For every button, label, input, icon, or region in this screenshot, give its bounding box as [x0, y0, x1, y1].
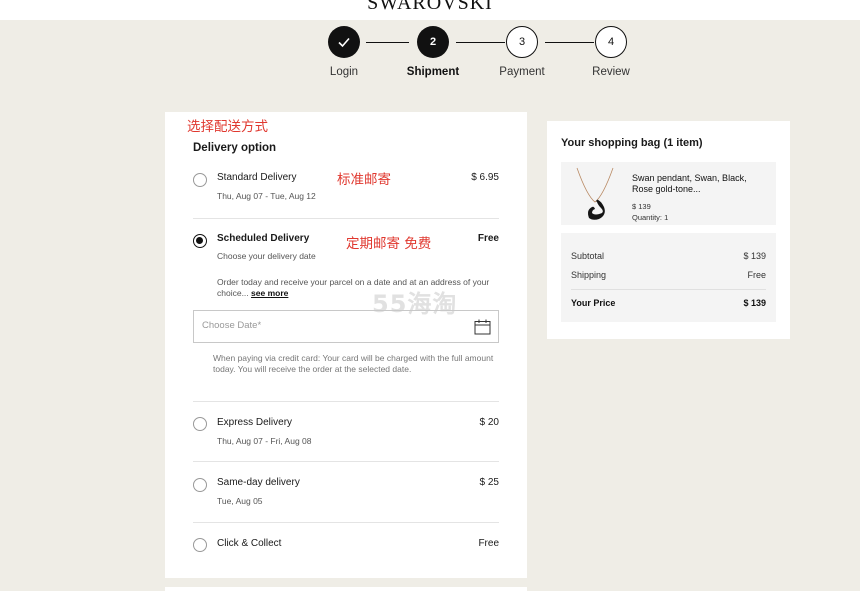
next-panel-edge [165, 587, 527, 591]
option-price: $ 6.95 [471, 172, 499, 183]
credit-card-note: When paying via credit card: Your card w… [213, 353, 494, 374]
product-name: Swan pendant, Swan, Black, Rose gold-ton… [632, 173, 747, 194]
annotation-standard-mail: 标准邮寄 [337, 172, 391, 188]
see-more-link[interactable]: see more [251, 288, 288, 298]
divider [193, 401, 499, 402]
option-price: Free [478, 538, 499, 549]
checkout-stepper: Login 2 Shipment 3 Payment 4 Review [0, 26, 860, 86]
product-price: $ 139 [632, 202, 651, 211]
radio-scheduled[interactable] [193, 234, 207, 248]
total-value: $ 139 [743, 298, 766, 308]
step-login[interactable]: Login [299, 26, 389, 78]
step-payment: 3 Payment [477, 26, 567, 78]
annotation-choose-method: 选择配送方式 [187, 119, 268, 135]
step-label: Payment [499, 66, 545, 78]
radio-click-collect[interactable] [193, 538, 207, 552]
step-label: Login [329, 66, 359, 78]
annotation-scheduled-free: 定期邮寄 免费 [346, 236, 432, 252]
bag-title: Your shopping bag (1 item) [561, 137, 703, 149]
option-name: Express Delivery [217, 417, 293, 428]
delivery-option-click-collect[interactable]: Click & Collect Free [165, 536, 527, 560]
product-quantity: Quantity: 1 [632, 213, 669, 222]
swan-pendant-image[interactable] [573, 166, 617, 222]
checkmark-icon [328, 26, 360, 58]
step-label: Review [592, 66, 630, 78]
step-number: 3 [506, 26, 538, 58]
shopping-bag-panel: Your shopping bag (1 item) Swan pendant,… [547, 121, 790, 339]
step-number: 4 [595, 26, 627, 58]
option-dates: Tue, Aug 05 [217, 496, 263, 506]
option-subtitle: Choose your delivery date [217, 251, 316, 261]
bag-product[interactable]: Swan pendant, Swan, Black, Rose gold-ton… [561, 162, 776, 225]
step-shipment: 2 Shipment [388, 26, 478, 78]
step-review: 4 Review [566, 26, 656, 78]
step-number: 2 [417, 26, 449, 58]
step-label: Shipment [406, 66, 460, 78]
option-dates: Thu, Aug 07 - Fri, Aug 08 [217, 436, 312, 446]
shipping-label: Shipping [571, 270, 607, 280]
choose-date-input[interactable] [202, 320, 452, 331]
radio-express[interactable] [193, 417, 207, 431]
delivery-option-express[interactable]: Express Delivery Thu, Aug 07 - Fri, Aug … [165, 415, 527, 455]
total-label: Your Price [571, 298, 616, 308]
brand-logo[interactable]: SWAROVSKI [0, 0, 860, 15]
shipping-row: Shipping Free [571, 270, 766, 280]
order-totals: Subtotal $ 139 Shipping Free Your Price … [561, 233, 776, 322]
delivery-panel: 选择配送方式 Delivery option Standard Delivery… [165, 112, 527, 578]
divider [571, 289, 766, 290]
radio-same-day[interactable] [193, 478, 207, 492]
option-name: Standard Delivery [217, 172, 297, 183]
option-price: $ 25 [479, 477, 499, 488]
total-row: Your Price $ 139 [571, 298, 766, 308]
option-name: Scheduled Delivery [217, 233, 310, 244]
subtotal-label: Subtotal [571, 251, 605, 261]
watermark: 55海淘 [372, 290, 458, 318]
radio-standard[interactable] [193, 173, 207, 187]
scheduled-note: Order today and receive your parcel on a… [217, 277, 502, 299]
subtotal-value: $ 139 [743, 251, 766, 261]
divider [193, 218, 499, 219]
divider [193, 522, 499, 523]
option-dates: Thu, Aug 07 - Tue, Aug 12 [217, 191, 316, 201]
calendar-icon[interactable] [474, 319, 491, 340]
header-bar: SWAROVSKI [0, 0, 860, 20]
subtotal-row: Subtotal $ 139 [571, 251, 766, 261]
delivery-option-same-day[interactable]: Same-day delivery Tue, Aug 05 $ 25 [165, 476, 527, 516]
shipping-value: Free [747, 270, 766, 280]
option-name: Click & Collect [217, 538, 282, 549]
option-price: Free [477, 233, 499, 244]
option-price: $ 20 [479, 417, 499, 428]
option-name: Same-day delivery [217, 477, 300, 488]
divider [193, 461, 499, 462]
delivery-option-title: Delivery option [193, 142, 277, 154]
